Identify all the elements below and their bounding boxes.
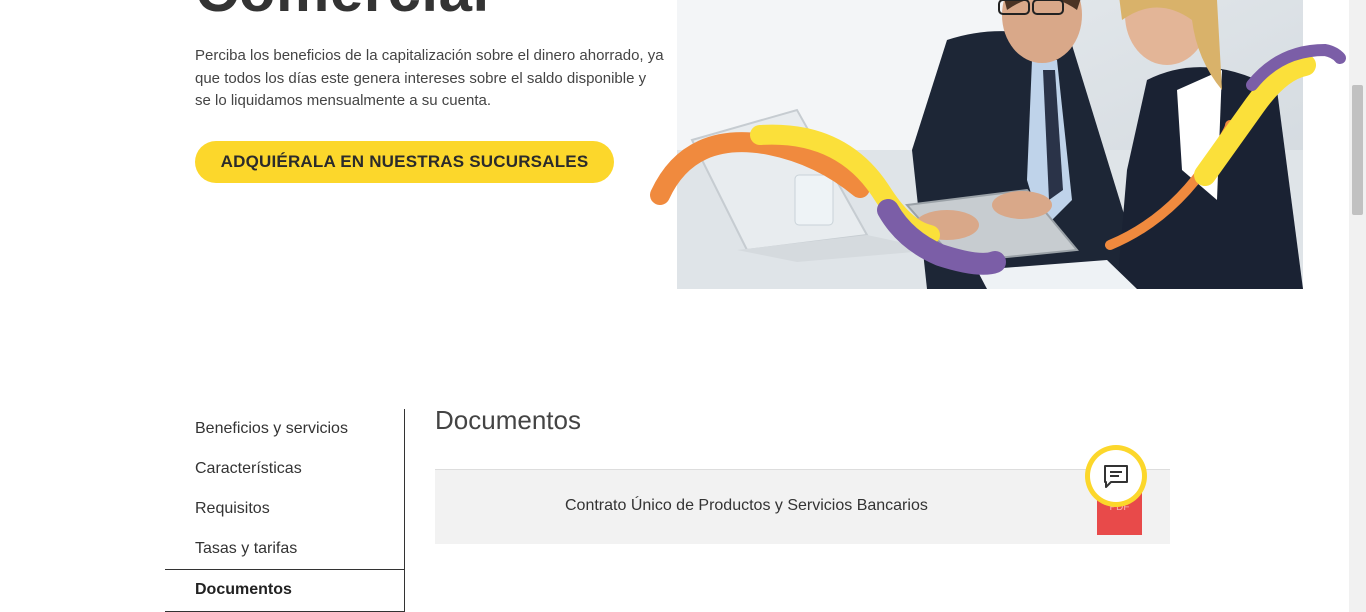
hero-description: Perciba los beneficios de la capitalizac…	[195, 47, 664, 109]
side-nav-divider	[404, 409, 405, 612]
chat-button-inner	[1090, 450, 1142, 502]
hero-title: Comercial	[195, 0, 490, 25]
page-scrollbar[interactable]	[1349, 0, 1366, 612]
nav-item-tasas[interactable]: Tasas y tarifas	[195, 540, 297, 558]
documents-section-title: Documentos	[435, 405, 581, 435]
product-side-nav: Beneficios y servicios Características R…	[165, 409, 405, 612]
nav-item-requisitos[interactable]: Requisitos	[195, 500, 270, 518]
chat-icon	[1104, 465, 1128, 488]
scrollbar-thumb[interactable]	[1352, 85, 1363, 215]
decorative-waves	[650, 43, 1346, 275]
document-name: Contrato Único de Productos y Servicios …	[565, 497, 928, 514]
active-item-top-border	[165, 569, 405, 570]
document-row[interactable]: Contrato Único de Productos y Servicios …	[435, 469, 1170, 544]
acquire-in-branches-button[interactable]: ADQUIÉRALA EN NUESTRAS SUCURSALES	[195, 141, 614, 183]
nav-item-documentos[interactable]: Documentos	[195, 581, 292, 599]
chat-button[interactable]	[1085, 445, 1147, 507]
nav-item-caracteristicas[interactable]: Características	[195, 460, 302, 478]
nav-item-beneficios[interactable]: Beneficios y servicios	[195, 420, 348, 438]
